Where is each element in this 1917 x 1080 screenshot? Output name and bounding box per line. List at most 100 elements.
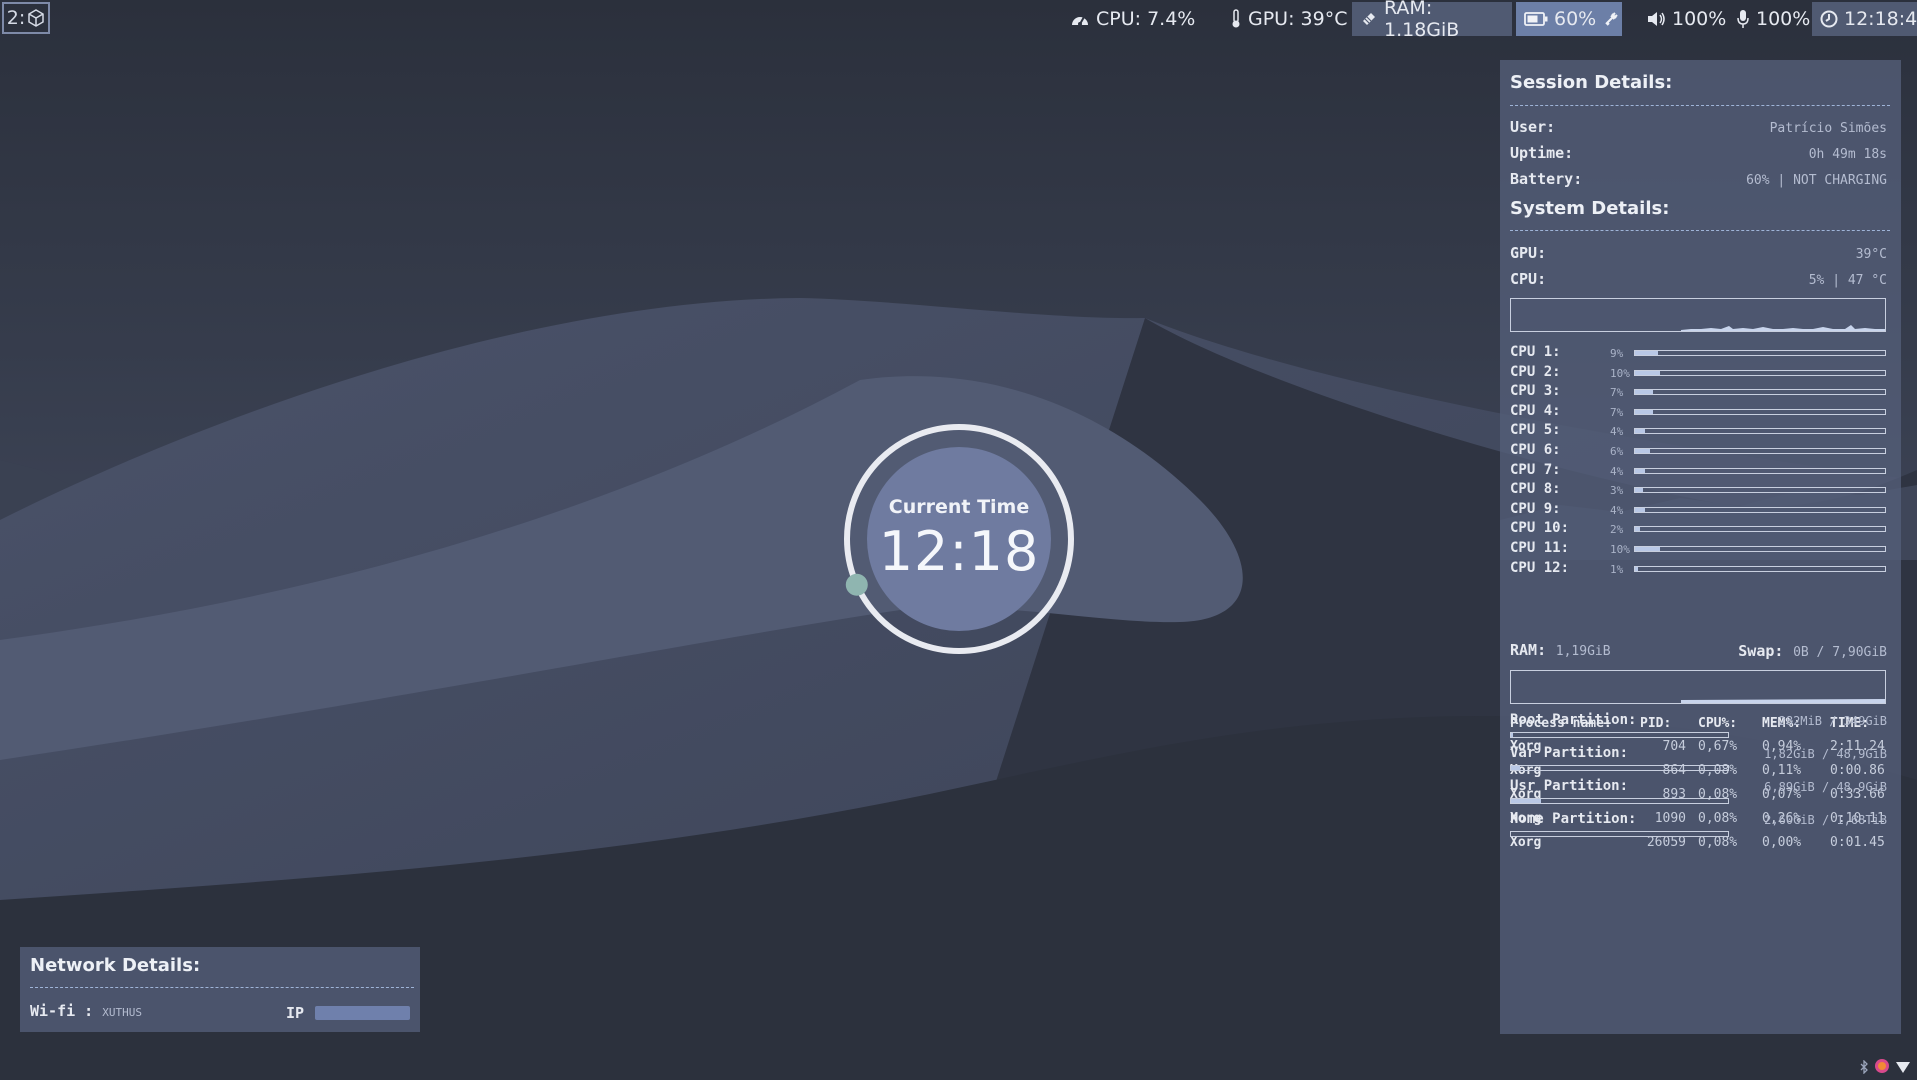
cpu-core-bar-fill xyxy=(1635,566,1638,571)
cpu-core-bar xyxy=(1634,506,1886,513)
process-name-cell: Xorg xyxy=(1510,835,1542,850)
battery-value: 60% | NOT CHARGING xyxy=(1746,173,1887,188)
cpu-core-percent: 10% xyxy=(1610,543,1630,556)
gpu-value: 39°C xyxy=(1855,247,1887,262)
partition-usage-value: 6,89GiB / 48,9GiB xyxy=(1764,780,1887,794)
cpu-core-bar-fill xyxy=(1635,468,1645,473)
cpu-usage-text: CPU: 7.4% xyxy=(1096,8,1196,30)
network-details-title: Network Details: xyxy=(30,955,201,976)
cpu-module[interactable]: CPU: 7.4% xyxy=(1062,2,1203,36)
network-wifi-icon[interactable] xyxy=(1895,1059,1911,1078)
ram-module[interactable]: RAM: 1.18GiB xyxy=(1352,0,1512,41)
partition-usage-fill xyxy=(1511,799,1542,803)
partition-usage-value: 2,60GiB / 1,68TiB xyxy=(1764,813,1887,827)
bluetooth-icon[interactable] xyxy=(1859,1058,1869,1078)
partition-usage-value: 1,82GiB / 48,9GiB xyxy=(1764,747,1887,761)
gpu-temp-module[interactable]: GPU: 39°C xyxy=(1222,2,1355,36)
session-details-title: Session Details: xyxy=(1510,72,1673,93)
process-row: Xorg 26059 0,08% 0,00% 0:01.45 xyxy=(1510,834,1890,858)
system-details-title: System Details: xyxy=(1510,198,1670,219)
cpu-core-label: CPU 2: xyxy=(1510,363,1561,380)
cpu-core-bar-fill xyxy=(1635,351,1658,355)
process-cpu-cell: 0,67% xyxy=(1698,739,1738,754)
ram-summary: RAM: 1,19GiB xyxy=(1510,640,1611,659)
uptime-value: 0h 49m 18s xyxy=(1808,147,1887,162)
microphone-icon xyxy=(1737,10,1749,28)
process-cpu-cell: 0,08% xyxy=(1698,835,1738,850)
cpu-core-label: CPU 1: xyxy=(1510,344,1561,360)
cpu-core-label: CPU 11: xyxy=(1510,540,1570,556)
network-divider xyxy=(30,987,414,988)
cpu-core-percent: 9% xyxy=(1610,347,1624,360)
ram-usage-text: RAM: 1.18GiB xyxy=(1384,0,1460,41)
clock-module[interactable]: 12:18:41 xyxy=(1812,2,1917,36)
cube-icon xyxy=(28,9,44,27)
ip-redacted-field xyxy=(315,1006,410,1020)
system-divider xyxy=(1510,230,1890,231)
battery-module[interactable]: 60% xyxy=(1516,2,1622,36)
cpu-core-percent: 6% xyxy=(1610,445,1624,458)
partition-label: Home Partition: xyxy=(1510,811,1637,827)
cpu-core-percent: 2% xyxy=(1610,523,1624,537)
cpu-core-percent: 7% xyxy=(1610,386,1624,400)
cpu-core-percent: 4% xyxy=(1610,425,1624,439)
time-text: 12:18:41 xyxy=(1844,8,1917,30)
gpu-label: GPU: xyxy=(1510,244,1547,262)
process-mem-cell: 0,00% xyxy=(1762,835,1802,850)
battery-percent-text: 60% xyxy=(1554,8,1597,30)
cpu-core-percent: 1% xyxy=(1610,562,1624,576)
cpu-core-bar-fill xyxy=(1635,370,1660,375)
cpu-core-bar-fill xyxy=(1635,547,1660,551)
partition-label: Var Partition: xyxy=(1510,745,1629,761)
cpu-core-bar-fill xyxy=(1635,429,1645,434)
cpu-core-bar xyxy=(1634,546,1886,552)
workspace-label: 2: xyxy=(6,7,26,29)
cpu-core-row: CPU 6: 6% xyxy=(1510,442,1886,462)
partition-usage-fill xyxy=(1511,733,1514,737)
network-details-panel: Network Details: Wi-fi : XUTHUS IP : xyxy=(20,947,420,1032)
system-tray xyxy=(1859,1058,1911,1078)
memory-icon xyxy=(1363,13,1375,25)
cpu-core-bar xyxy=(1634,487,1886,494)
partition-usage-bar xyxy=(1510,831,1729,837)
cpu-core-percent: 4% xyxy=(1610,503,1624,517)
cpu-core-bar xyxy=(1634,467,1886,474)
partition-usage-bar xyxy=(1510,765,1729,771)
process-time-cell: 0:01.45 xyxy=(1830,835,1885,850)
conky-sidebar: Session Details: User: Patrício Simões U… xyxy=(1500,60,1901,1034)
gpu-temp-text: GPU: 39°C xyxy=(1248,8,1348,30)
app-tray-icon[interactable] xyxy=(1874,1058,1890,1078)
cpu-core-row: CPU 5: 4% xyxy=(1510,422,1886,442)
cpu-core-label: CPU 12: xyxy=(1510,559,1570,576)
partition-label: Root Partition: xyxy=(1510,712,1637,728)
cpu-core-label: CPU 6: xyxy=(1510,442,1561,458)
volume-module[interactable]: 100% xyxy=(1638,2,1734,36)
partition-usage-bar xyxy=(1510,732,1729,738)
cpu-core-bar-fill xyxy=(1635,449,1650,453)
speedometer-icon xyxy=(1072,16,1088,26)
process-pid-cell: 704 xyxy=(1662,739,1686,754)
battery-icon xyxy=(1524,12,1548,26)
partition-usage-value: 282MiB / 349GiB xyxy=(1778,714,1887,728)
cpu-core-row: CPU 10: 2% xyxy=(1510,520,1886,540)
cpu-core-percent: 4% xyxy=(1610,464,1624,478)
workspace-button[interactable]: 2: xyxy=(2,2,50,34)
swap-label: Swap: xyxy=(1738,642,1784,660)
battery-label: Battery: xyxy=(1510,170,1583,188)
wifi-ssid: XUTHUS xyxy=(102,1006,142,1019)
cpu-core-percent: 10% xyxy=(1610,366,1630,380)
cpu-core-row: CPU 11: 10% xyxy=(1510,540,1886,560)
cpu-core-bar xyxy=(1634,350,1886,356)
cpu-core-label: CPU 9: xyxy=(1510,500,1561,517)
uptime-label: Uptime: xyxy=(1510,144,1574,162)
cpu-core-label: CPU 7: xyxy=(1510,461,1561,478)
partition-usage-bar xyxy=(1510,798,1729,804)
thermometer-icon xyxy=(1232,9,1240,28)
cpu-core-row: CPU 12: 1% xyxy=(1510,560,1886,580)
microphone-module[interactable]: 100% xyxy=(1728,2,1818,36)
cpu-graph xyxy=(1510,298,1886,332)
cpu-core-percent: 7% xyxy=(1610,405,1624,419)
partition-label: Usr Partition: xyxy=(1510,778,1629,794)
swap-value: 0B / 7,90GiB xyxy=(1793,645,1887,660)
cpu-value: 5% | 47 °C xyxy=(1808,273,1887,288)
